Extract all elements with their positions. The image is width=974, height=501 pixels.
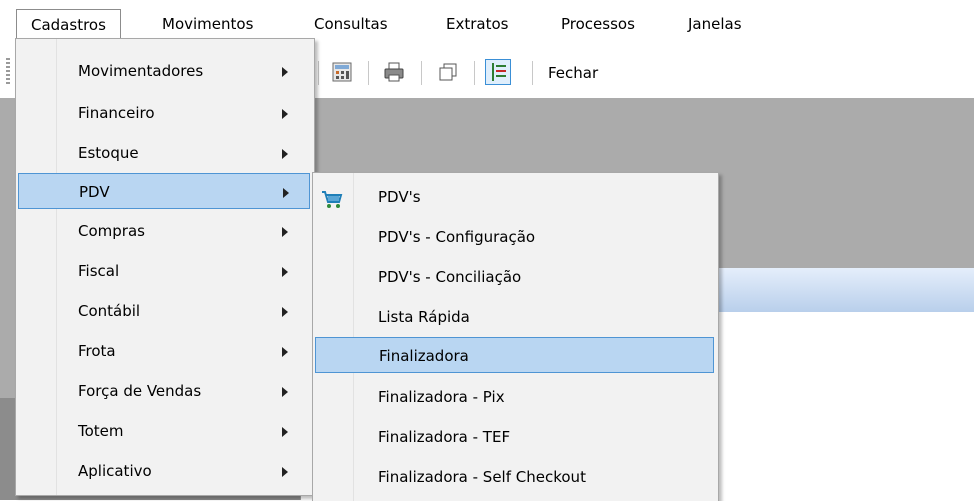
menu-janelas[interactable]: Janelas (688, 10, 742, 38)
toolbar-separator (532, 61, 533, 85)
menu-item-label: Estoque (78, 144, 139, 162)
menu-consultas[interactable]: Consultas (314, 10, 388, 38)
submenu-arrow-icon (283, 188, 289, 198)
submenu-item-label: PDV's - Conciliação (378, 268, 522, 286)
menu-item-label: Fiscal (78, 262, 120, 280)
menu-item-label: Compras (78, 222, 145, 240)
copy-window-icon[interactable] (436, 60, 460, 84)
menu-item-contabil[interactable]: Contábil (18, 293, 310, 329)
menu-item-label: PDV (79, 183, 110, 201)
submenu-arrow-icon (282, 307, 288, 317)
menu-item-compras[interactable]: Compras (18, 213, 310, 249)
submenu-arrow-icon (282, 109, 288, 119)
submenu-item-finalizadora[interactable]: Finalizadora (315, 337, 714, 373)
submenu-item-label: Finalizadora - Pix (378, 388, 505, 406)
toolbar-separator (368, 61, 369, 85)
submenu-item-label: Finalizadora - Self Checkout (378, 468, 586, 486)
menu-item-totem[interactable]: Totem (18, 413, 310, 449)
submenu-item-label: PDV's - Configuração (378, 228, 536, 246)
menu-item-pdv[interactable]: PDV (18, 173, 310, 209)
submenu-item-label: PDV's (378, 188, 421, 206)
submenu-item-lista-rapida[interactable]: Lista Rápida (315, 299, 714, 335)
submenu-item-finalizadora-pix[interactable]: Finalizadora - Pix (315, 379, 714, 415)
menu-item-fiscal[interactable]: Fiscal (18, 253, 310, 289)
toolbar-separator (318, 61, 319, 85)
submenu-arrow-icon (282, 387, 288, 397)
submenu-arrow-icon (282, 267, 288, 277)
submenu-arrow-icon (282, 347, 288, 357)
close-button[interactable]: Fechar (548, 62, 598, 84)
submenu-item-finalizadora-tef[interactable]: Finalizadora - TEF (315, 419, 714, 455)
submenu-item-label: Lista Rápida (378, 308, 470, 326)
printer-icon[interactable] (382, 60, 406, 84)
menu-item-aplicativo[interactable]: Aplicativo (18, 453, 310, 489)
toolbar-separator (474, 61, 475, 85)
menu-item-label: Frota (78, 342, 116, 360)
pdv-submenu: PDV's PDV's - Configuração PDV's - Conci… (312, 172, 719, 501)
submenu-item-pdvs[interactable]: PDV's (315, 179, 714, 215)
shopping-cart-icon (321, 187, 343, 208)
menu-item-label: Movimentadores (78, 62, 204, 80)
menu-cadastros[interactable]: Cadastros (16, 9, 121, 40)
list-toggle-icon[interactable] (485, 59, 511, 85)
menu-item-frota[interactable]: Frota (18, 333, 310, 369)
submenu-arrow-icon (282, 227, 288, 237)
submenu-arrow-icon (282, 467, 288, 477)
submenu-item-pdvs-conciliacao[interactable]: PDV's - Conciliação (315, 259, 714, 295)
submenu-arrow-icon (282, 427, 288, 437)
submenu-arrow-icon (282, 67, 288, 77)
submenu-item-label: Finalizadora - TEF (378, 428, 511, 446)
menu-item-label: Contábil (78, 302, 141, 320)
menu-item-estoque[interactable]: Estoque (18, 135, 310, 171)
menu-item-label: Totem (78, 422, 124, 440)
submenu-item-pdvs-configuracao[interactable]: PDV's - Configuração (315, 219, 714, 255)
menu-processos[interactable]: Processos (561, 10, 635, 38)
menu-item-label: Financeiro (78, 104, 155, 122)
cadastros-dropdown: Movimentadores Financeiro Estoque PDV Co… (15, 38, 315, 496)
menu-item-label: Aplicativo (78, 462, 152, 480)
submenu-arrow-icon (282, 149, 288, 159)
submenu-item-finalizadora-self-checkout[interactable]: Finalizadora - Self Checkout (315, 459, 714, 495)
submenu-item-label: Finalizadora (379, 347, 469, 365)
menu-item-label: Força de Vendas (78, 382, 202, 400)
menu-extratos[interactable]: Extratos (446, 10, 508, 38)
menu-item-forca-de-vendas[interactable]: Força de Vendas (18, 373, 310, 409)
menu-item-movimentadores[interactable]: Movimentadores (18, 53, 310, 89)
calculator-icon[interactable] (330, 60, 354, 84)
toolbar-separator (421, 61, 422, 85)
toolbar-grip[interactable] (6, 58, 10, 86)
menu-movimentos[interactable]: Movimentos (162, 10, 253, 38)
menu-item-financeiro[interactable]: Financeiro (18, 95, 310, 131)
